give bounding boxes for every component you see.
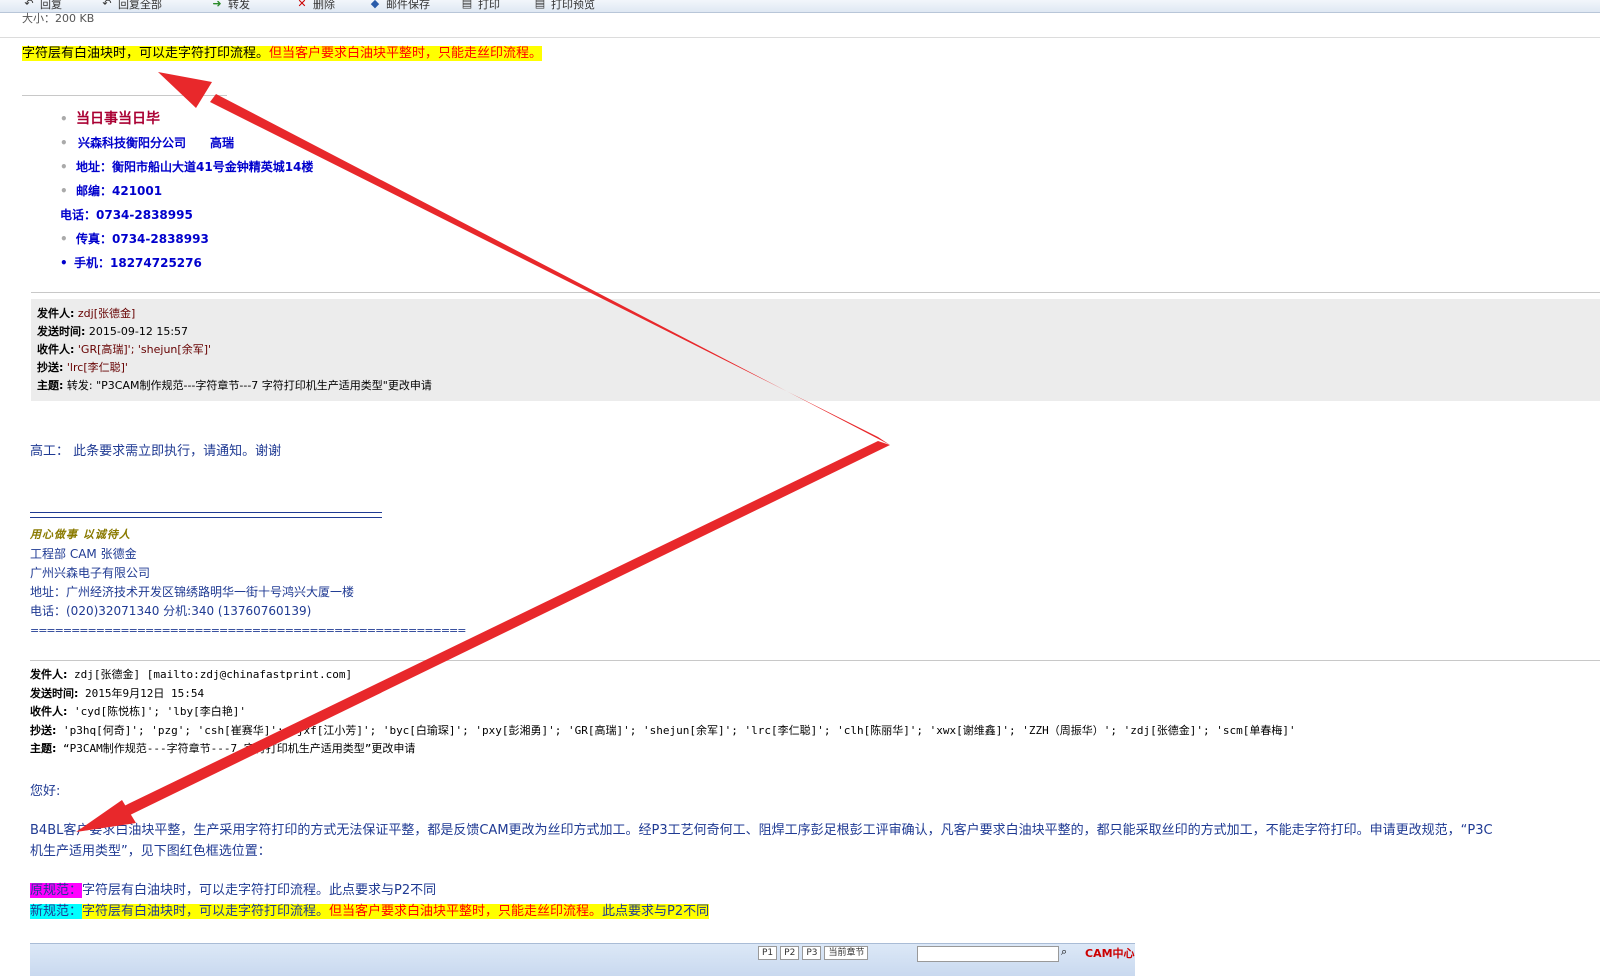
double-rule	[30, 512, 382, 518]
original-header: 发件人: zdj[张德金] [mailto:zdj@chinafastprint…	[30, 668, 1296, 755]
save-icon: ◆	[370, 0, 380, 10]
header2-cc[interactable]: 'p3hq[何奇]'; 'pzg'; 'csh[崔赛华]'; 'jxf[江小芳]…	[56, 724, 1296, 737]
print-button[interactable]: ▤ 打印	[460, 0, 500, 12]
header1-to[interactable]: 'GR[高瑞]'; 'shejun[余军]'	[78, 343, 211, 356]
sig2-company: 广州兴森电子有限公司	[30, 566, 151, 580]
signature-divider	[22, 95, 227, 96]
sig2-rule: ========================================…	[30, 624, 466, 637]
reply-all-button[interactable]: ↶ 回复全部	[100, 0, 162, 12]
print-preview-button[interactable]: ▤ 打印预览	[533, 0, 595, 12]
quote-divider-1	[31, 292, 1600, 293]
header2-sent: 2015年9月12日 15:54	[78, 686, 205, 700]
body-line2: 机生产适用类型”，见下图红色框选位置：	[30, 844, 271, 859]
header2-subject: “P3CAM制作规范---字符章节---7 字符打印机生产适用类型”更改申请	[56, 742, 416, 755]
header1-subject: 转发: "P3CAM制作规范---字符章节---7 字符打印机生产适用类型"更改…	[66, 379, 432, 392]
sig2-phone: 电话：(020)32071340 分机:340 (13760760139)	[30, 604, 312, 618]
old-spec-text: 字符层有白油块时，可以走字符打印流程。此点要求与P2不同	[82, 883, 437, 898]
cam-center-logo: CAM中心	[1085, 947, 1135, 960]
body-line1: B4BL客户要求白油块平整，生产采用字符打印的方式无法保证平整，都是反馈CAM更…	[30, 823, 1493, 838]
forward-header-1: 发件人: zdj[张德金] 发送时间: 2015-09-12 15:57 收件人…	[31, 299, 1600, 401]
new-spec-text1: 字符层有白油块时，可以走字符打印流程。	[82, 904, 330, 919]
new-spec-label: 新规范：	[30, 904, 83, 919]
instruction-text: 高工： 此条要求需立即执行，请通知。谢谢	[30, 444, 282, 459]
printer-icon: ▤	[461, 0, 473, 10]
top-note-part2: 但当客户要求白油块平整时，只能走丝印流程。	[269, 46, 543, 61]
print-preview-icon: ▤	[534, 0, 546, 10]
header2-from[interactable]: zdj[张德金] [mailto:zdj@chinafastprint.com]	[67, 668, 352, 681]
sig2-address: 地址：广州经济技术开发区锦绣路明华一街十号鸿兴大厦一楼	[30, 585, 355, 599]
embedded-screenshot: P1 P2 P3 当前章节 ⌕ CAM中心	[30, 943, 1135, 976]
forward-button[interactable]: ➜ 转发	[210, 0, 250, 12]
sig2-motto: 用心做事 以诚待人	[30, 528, 131, 541]
section-select[interactable]: 当前章节	[824, 946, 869, 960]
p3-checkbox[interactable]: P3	[802, 946, 822, 960]
attachment-size: 大小：200 KB	[22, 12, 95, 25]
reply-all-icon: ↶	[102, 0, 112, 10]
signature-zhangdejin: 工程部 CAM 张德金 广州兴森电子有限公司 地址：广州经济技术开发区锦绣路明华…	[30, 545, 354, 621]
delete-button[interactable]: ✕ 删除	[295, 0, 335, 12]
delete-icon: ✕	[297, 0, 307, 10]
mail-toolbar: ↶ 回复 ↶ 回复全部 ➜ 转发 ✕ 删除 ◆ 邮件保存 ▤ 打印 ▤ 打印预览	[0, 0, 1600, 13]
greeting: 您好:	[30, 784, 61, 799]
old-spec-label: 原规范：	[30, 883, 83, 898]
forward-icon: ➜	[212, 0, 222, 10]
search-icon[interactable]: ⌕	[1061, 945, 1067, 959]
p2-checkbox[interactable]: P2	[780, 946, 800, 960]
reply-icon: ↶	[24, 0, 34, 10]
top-note-part1: 字符层有白油块时，可以走字符打印流程。	[22, 46, 270, 61]
p1-checkbox[interactable]: P1	[758, 946, 778, 960]
new-spec: 新规范：字符层有白油块时，可以走字符打印流程。但当客户要求白油块平整时，只能走丝…	[30, 902, 710, 922]
new-spec-text2: 但当客户要求白油块平整时，只能走丝印流程。	[329, 904, 603, 919]
header-divider	[0, 37, 1600, 38]
new-spec-text3: 此点要求与P2不同	[602, 904, 710, 919]
header2-to[interactable]: 'cyd[陈悦栋]'; 'lby[李白艳]'	[67, 705, 246, 718]
save-mail-button[interactable]: ◆ 邮件保存	[368, 0, 430, 12]
old-spec: 原规范：字符层有白油块时，可以走字符打印流程。此点要求与P2不同	[30, 881, 436, 901]
header1-cc[interactable]: 'lrc[李仁聪]'	[67, 361, 128, 374]
top-note: 字符层有白油块时，可以走字符打印流程。但当客户要求白油块平整时，只能走丝印流程。	[22, 45, 543, 63]
arrow-up-head	[158, 72, 212, 108]
header1-sent: 2015-09-12 15:57	[88, 325, 189, 338]
sig2-dept: 工程部 CAM 张德金	[30, 547, 137, 561]
quote-divider-2	[30, 660, 1600, 661]
embedded-search-input[interactable]	[917, 946, 1059, 962]
reply-button[interactable]: ↶ 回复	[22, 0, 62, 12]
body-paragraph: B4BL客户要求白油块平整，生产采用字符打印的方式无法保证平整，都是反馈CAM更…	[30, 820, 1600, 862]
header1-from[interactable]: zdj[张德金]	[78, 307, 135, 320]
